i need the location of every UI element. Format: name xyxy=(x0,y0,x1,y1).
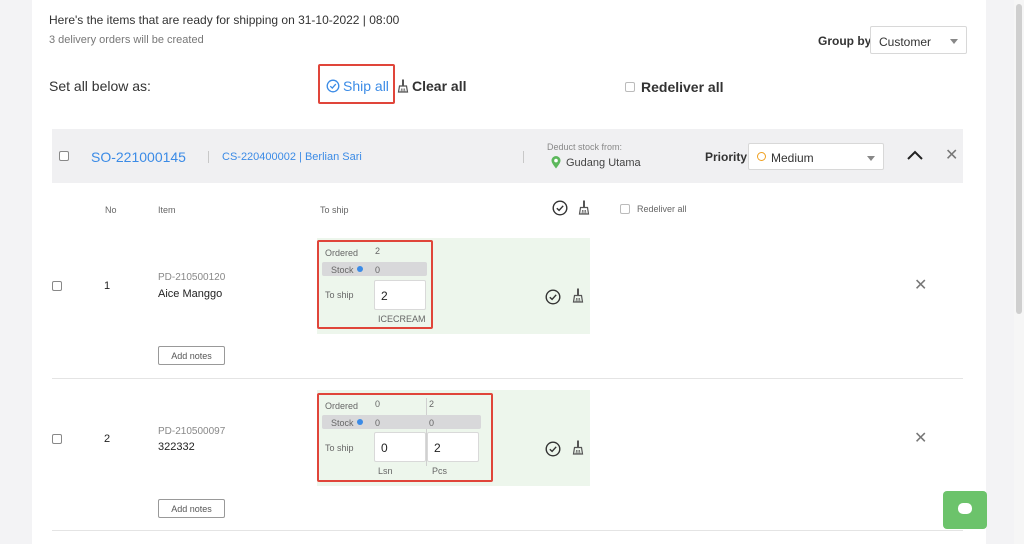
stock-label: Stock xyxy=(331,418,354,428)
chevron-up-icon[interactable] xyxy=(906,149,924,161)
to-ship-label: To ship xyxy=(325,443,354,453)
remove-item-icon[interactable]: ✕ xyxy=(914,278,927,294)
row-checkbox[interactable] xyxy=(52,281,62,291)
broom-icon xyxy=(397,79,409,93)
close-order-icon[interactable]: ✕ xyxy=(945,148,958,164)
unit-label: Lsn xyxy=(378,466,393,476)
sales-order-link[interactable]: SO-221000145 xyxy=(91,149,186,165)
remove-item-icon[interactable]: ✕ xyxy=(914,431,927,447)
col-to-ship: To ship xyxy=(320,205,349,215)
ordered-value: 2 xyxy=(375,246,381,256)
clear-all-button[interactable]: Clear all xyxy=(397,78,466,94)
to-ship-label: To ship xyxy=(325,290,354,300)
stock-label: Stock xyxy=(331,265,354,275)
ship-all-label: Ship all xyxy=(343,78,389,94)
to-ship-input[interactable]: 2 xyxy=(374,280,426,310)
status-dot-icon xyxy=(757,152,766,161)
deduct-stock-label: Deduct stock from: xyxy=(547,142,623,152)
broom-icon[interactable] xyxy=(578,200,590,215)
priority-select[interactable]: Medium xyxy=(748,143,884,170)
chat-button[interactable] xyxy=(943,491,987,529)
ordered-label: Ordered xyxy=(325,248,359,258)
row-number: 1 xyxy=(104,280,111,292)
row-number: 2 xyxy=(104,433,111,445)
stock-value: 0 xyxy=(429,418,435,428)
check-circle-icon[interactable] xyxy=(545,289,561,305)
group-by-select[interactable]: Customer xyxy=(870,26,967,54)
location-pin-icon xyxy=(551,156,561,169)
redeliver-all-column-label: Redeliver all xyxy=(637,204,687,214)
status-dot-icon xyxy=(357,419,363,425)
caret-down-icon xyxy=(950,39,958,44)
caret-down-icon xyxy=(867,156,875,161)
unit-label: Pcs xyxy=(432,466,448,476)
ordered-value: 0 xyxy=(375,399,381,409)
col-item: Item xyxy=(158,205,176,215)
warehouse-name: Gudang Utama xyxy=(566,156,641,169)
status-dot-icon xyxy=(357,266,363,272)
priority-label: Priority: xyxy=(705,150,752,164)
to-ship-input[interactable]: 0 xyxy=(374,432,426,462)
broom-icon[interactable] xyxy=(572,288,584,303)
redeliver-all-label: Redeliver all xyxy=(641,79,724,95)
item-name: Aice Manggo xyxy=(158,288,223,300)
row-checkbox[interactable] xyxy=(52,434,62,444)
chat-icon xyxy=(958,503,972,514)
item-code: PD-210500097 xyxy=(158,426,226,437)
divider xyxy=(208,151,209,163)
check-circle-icon[interactable] xyxy=(552,200,568,216)
stock-value: 0 xyxy=(375,418,381,428)
page-subtitle: 3 delivery orders will be created xyxy=(49,34,204,46)
redeliver-all-column[interactable]: Redeliver all xyxy=(620,204,687,214)
group-by-label: Group by: xyxy=(818,34,876,48)
check-circle-icon xyxy=(326,79,340,93)
warehouse-selector[interactable]: Gudang Utama xyxy=(551,156,641,169)
redeliver-all-toggle[interactable]: Redeliver all xyxy=(625,79,724,95)
col-no: No xyxy=(105,205,117,215)
customer-link[interactable]: CS-220400002 | Berlian Sari xyxy=(222,151,362,163)
ordered-label: Ordered xyxy=(325,401,359,411)
page-title: Here's the items that are ready for ship… xyxy=(49,13,400,27)
set-all-label: Set all below as: xyxy=(49,78,151,94)
page-scrollbar[interactable] xyxy=(1014,0,1024,544)
scrollbar-thumb[interactable] xyxy=(1016,4,1022,314)
redeliver-all-column-checkbox[interactable] xyxy=(620,204,630,214)
clear-all-label: Clear all xyxy=(412,78,467,94)
stock-value: 0 xyxy=(375,265,381,275)
add-notes-button[interactable]: Add notes xyxy=(158,499,225,518)
divider xyxy=(523,151,524,163)
ordered-value: 2 xyxy=(429,399,435,409)
group-by-value: Customer xyxy=(879,35,932,49)
order-checkbox[interactable] xyxy=(59,151,69,161)
unit-label: ICECREAM xyxy=(378,314,426,324)
row-divider xyxy=(52,530,963,531)
item-name: 322332 xyxy=(158,441,195,453)
redeliver-all-checkbox[interactable] xyxy=(625,82,635,92)
priority-value: Medium xyxy=(771,151,814,165)
to-ship-input[interactable]: 2 xyxy=(427,432,479,462)
add-notes-button[interactable]: Add notes xyxy=(158,346,225,365)
ship-all-button[interactable]: Ship all xyxy=(326,78,389,94)
check-circle-icon[interactable] xyxy=(545,441,561,457)
broom-icon[interactable] xyxy=(572,440,584,455)
row-divider xyxy=(52,378,963,379)
item-code: PD-210500120 xyxy=(158,272,226,283)
